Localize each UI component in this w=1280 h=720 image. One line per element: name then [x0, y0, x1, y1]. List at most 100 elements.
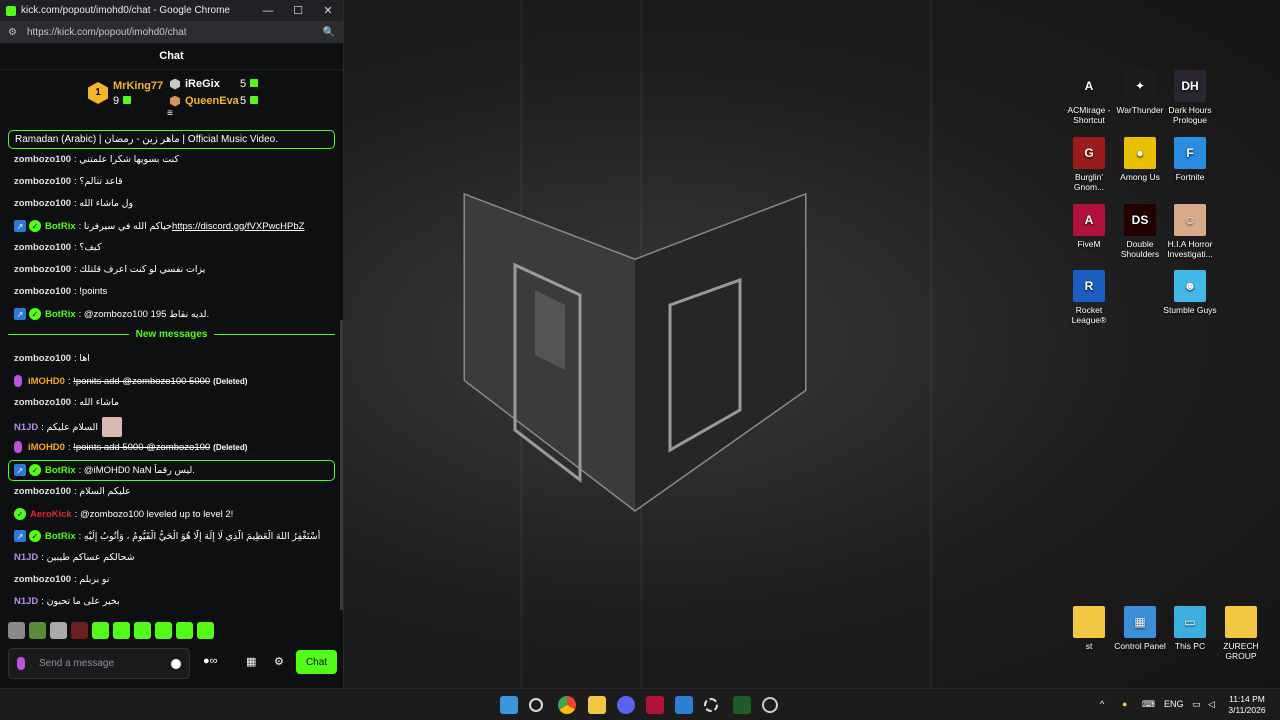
- chat-message[interactable]: ↗ ✓ BotRix: @zombozo100 لديه نقاط 195.: [14, 308, 334, 320]
- chat-message[interactable]: zombozo100: يزات نفسي لو كنت اعرف قلتلك: [14, 264, 334, 275]
- username[interactable]: iMOHD0: [28, 442, 65, 453]
- windows-start-icon[interactable]: [500, 696, 518, 714]
- pinned-message[interactable]: Ramadan (Arabic) | ماهر زين - رمضان | Of…: [8, 130, 335, 149]
- chat-message[interactable]: zombozo100: اها: [14, 353, 334, 364]
- username[interactable]: zombozo100: [14, 486, 71, 497]
- clock[interactable]: 11:14 PM 3/11/2026: [1224, 694, 1270, 716]
- chat-scrollbar[interactable]: [340, 320, 343, 610]
- username[interactable]: iMOHD0: [28, 376, 65, 387]
- chat-message[interactable]: ↗ ✓ BotRix: @iMOHD0 NaN ليس رقماً.: [14, 464, 334, 476]
- username[interactable]: zombozo100: [14, 154, 71, 165]
- emote-icon[interactable]: [29, 622, 46, 639]
- search-icon[interactable]: [529, 698, 543, 712]
- username[interactable]: AeroKick: [30, 509, 72, 520]
- username[interactable]: N1JD: [14, 596, 38, 607]
- desktop-icon[interactable]: ▭ This PC: [1161, 606, 1219, 651]
- obs-icon[interactable]: [704, 698, 718, 712]
- fivem-icon[interactable]: [646, 696, 664, 714]
- url-text[interactable]: https://kick.com/popout/imohd0/chat: [27, 27, 323, 38]
- desktop-icon[interactable]: ☺ H.I.A Horror Investigati...: [1161, 204, 1219, 259]
- close-button[interactable]: ✕: [313, 4, 343, 17]
- emote-icon[interactable]: [8, 622, 25, 639]
- desktop-icon[interactable]: st: [1060, 606, 1118, 651]
- network-icon[interactable]: ▭: [1192, 699, 1201, 710]
- username[interactable]: zombozo100: [14, 264, 71, 275]
- chat-message[interactable]: zombozo100: كيف؟: [14, 242, 334, 253]
- desktop-icon[interactable]: DH Dark Hours Prologue: [1161, 70, 1219, 125]
- leaderboard-row[interactable]: QueenEva: [170, 95, 239, 107]
- discord-icon[interactable]: [617, 696, 635, 714]
- chrome-icon[interactable]: [558, 696, 576, 714]
- emote-icon[interactable]: [71, 622, 88, 639]
- emote-icon[interactable]: [92, 622, 109, 639]
- tray-overflow-icon[interactable]: ^: [1100, 699, 1104, 709]
- message-input[interactable]: Send a message: [8, 648, 190, 679]
- address-bar[interactable]: ⚙ https://kick.com/popout/imohd0/chat 🔍: [0, 21, 343, 43]
- chat-message[interactable]: N1JD: السلام عليكم: [14, 415, 334, 439]
- username[interactable]: zombozo100: [14, 353, 71, 364]
- title-bar[interactable]: kick.com/popout/imohd0/chat - Google Chr…: [0, 0, 343, 21]
- username[interactable]: BotRix: [45, 309, 76, 320]
- username[interactable]: zombozo100: [14, 198, 71, 209]
- desktop-icon[interactable]: A ACMirage - Shortcut: [1060, 70, 1118, 125]
- chat-message[interactable]: zombozo100: عليكم السلام: [14, 486, 334, 497]
- leader-name[interactable]: MrKing77: [113, 80, 163, 92]
- chat-message[interactable]: zombozo100: كنت بسويها شكرا علمتني: [14, 154, 334, 165]
- emote-icon[interactable]: [197, 622, 214, 639]
- chat-message[interactable]: ✓ AeroKick: @zombozo100 leveled up to le…: [14, 508, 334, 520]
- volume-icon[interactable]: ◁: [1208, 699, 1215, 710]
- username[interactable]: zombozo100: [14, 176, 71, 187]
- chat-message[interactable]: N1JD: بخير على ما تحبون: [14, 596, 334, 607]
- username[interactable]: BotRix: [45, 221, 76, 232]
- chat-message[interactable]: ↗ ✓ BotRix: حياكم الله في سيرفرنا https:/…: [14, 220, 334, 232]
- keyboard-tray-icon[interactable]: ⌨: [1142, 699, 1155, 710]
- microphone-tray-icon[interactable]: ●: [1122, 699, 1127, 709]
- chat-message[interactable]: ↗ ✓ BotRix: أَسْتَغْفِرُ اللهَ الْعَظِيمَ…: [14, 530, 334, 542]
- username[interactable]: BotRix: [45, 531, 76, 542]
- desktop-icon[interactable]: ZURECH GROUP: [1212, 606, 1270, 661]
- emote-icon[interactable]: [113, 622, 130, 639]
- desktop-icon[interactable]: R Rocket League®: [1060, 270, 1118, 325]
- points-icon[interactable]: ●∞: [203, 655, 218, 667]
- leaderboard-row[interactable]: iReGix: [170, 78, 220, 90]
- desktop-icon[interactable]: ☻ Stumble Guys: [1161, 270, 1219, 315]
- kick-app-icon[interactable]: [733, 696, 751, 714]
- desktop-icon[interactable]: G Burglin' Gnom...: [1060, 137, 1118, 192]
- send-chat-button[interactable]: Chat: [296, 650, 337, 674]
- language-indicator[interactable]: ENG: [1164, 699, 1184, 709]
- emote-icon[interactable]: [176, 622, 193, 639]
- username[interactable]: zombozo100: [14, 286, 71, 297]
- chat-message[interactable]: zombozo100: نو بربلم: [14, 574, 334, 585]
- emote-icon[interactable]: [50, 622, 67, 639]
- username[interactable]: zombozo100: [14, 574, 71, 585]
- emoji-picker-icon[interactable]: [171, 658, 181, 669]
- minimize-button[interactable]: —: [253, 5, 283, 17]
- desktop-icon[interactable]: F Fortnite: [1161, 137, 1219, 182]
- mic-icon[interactable]: [17, 657, 25, 670]
- maximize-button[interactable]: ☐: [283, 4, 313, 17]
- settings-gear-icon[interactable]: ⚙: [274, 655, 284, 668]
- chat-message[interactable]: N1JD: شحالكم عساكم طيبين: [14, 552, 334, 563]
- file-explorer-icon[interactable]: [588, 696, 606, 714]
- username[interactable]: N1JD: [14, 422, 38, 433]
- emote-icon[interactable]: [134, 622, 151, 639]
- emote-icon[interactable]: [155, 622, 172, 639]
- chat-message[interactable]: iMOHD0: !ponits add @zombozo100 5000 (Del…: [14, 375, 334, 387]
- steam-icon[interactable]: [762, 697, 778, 713]
- site-info-icon[interactable]: ⚙: [8, 27, 17, 38]
- message-placeholder[interactable]: Send a message: [39, 658, 171, 669]
- expand-handle-icon[interactable]: ≡: [167, 108, 173, 119]
- username[interactable]: zombozo100: [14, 242, 71, 253]
- chat-message[interactable]: iMOHD0: !points add 5000 @zombozo100 (Del…: [14, 441, 334, 453]
- chat-message[interactable]: zombozo100: قاعد تتألم؟: [14, 176, 334, 187]
- discord-link[interactable]: https://discord.gg/fVXPwcHPbZ: [172, 221, 305, 232]
- chat-message[interactable]: zombozo100: ول ماشاء الله: [14, 198, 334, 209]
- vscode-icon[interactable]: [675, 696, 693, 714]
- store-icon[interactable]: ▦: [246, 655, 256, 668]
- zoom-icon[interactable]: 🔍: [323, 27, 335, 38]
- chat-message[interactable]: zombozo100: ماشاء الله: [14, 397, 334, 408]
- desktop-icon[interactable]: A FiveM: [1060, 204, 1118, 249]
- username[interactable]: zombozo100: [14, 397, 71, 408]
- username[interactable]: BotRix: [45, 465, 76, 476]
- username[interactable]: N1JD: [14, 552, 38, 563]
